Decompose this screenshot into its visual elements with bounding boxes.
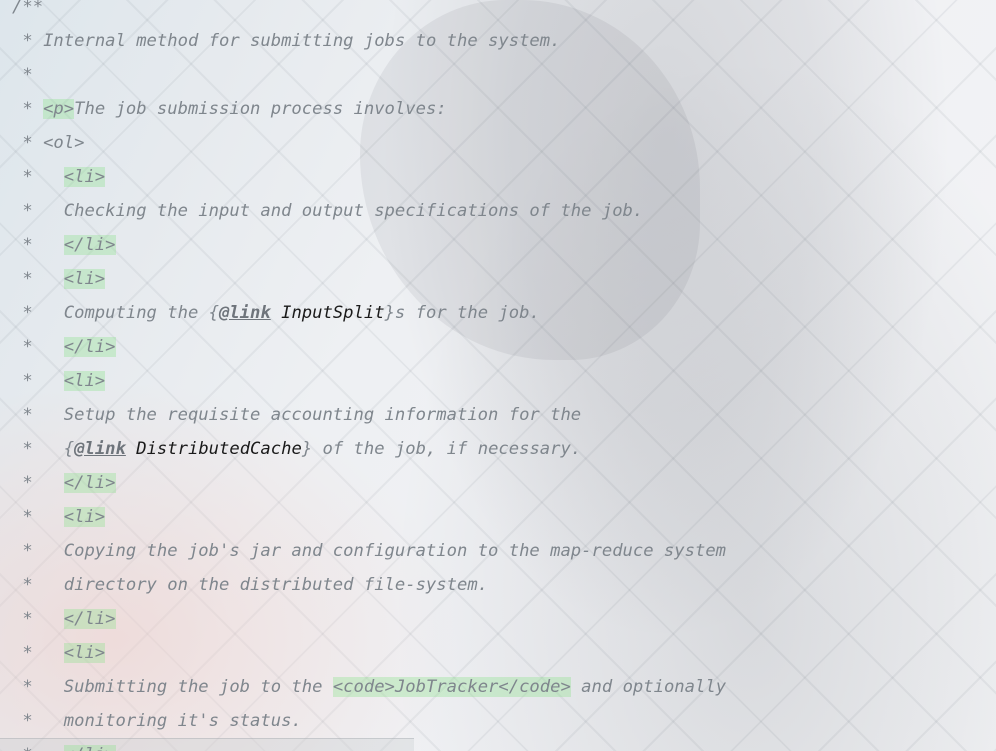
html-tag: <li> [63,167,106,187]
comment-star: * [22,371,33,391]
comment-text: Setup the requisite accounting informati… [63,405,582,425]
code-line: * Submitting the job to the <code>JobTra… [12,670,726,704]
code-line: * <li> [12,500,106,534]
comment-star: * [22,303,33,323]
comment-star: * [22,745,32,751]
html-tag: </code> [498,677,571,697]
comment-text: Copying the job's jar and configuration … [63,541,727,561]
comment-star: * [22,439,33,459]
comment-text: { [63,439,75,459]
code-line: * directory on the distributed file-syst… [12,568,488,602]
comment-star: * [22,65,33,85]
code-line: * <li> [12,364,106,398]
comment-star: * [22,337,33,357]
comment-open: /** [12,0,44,17]
javadoc-link-tag[interactable]: @link [74,439,126,459]
code-line: * Internal method for submitting jobs to… [12,24,560,58]
comment-star: * [22,473,33,493]
code-line: * <p>The job submission process involves… [12,92,447,126]
html-tag: </li> [63,235,116,255]
html-tag: </li> [63,473,116,493]
comment-text: The job submission process involves: [74,99,447,119]
code-line: /** [12,0,43,24]
comment-text: directory on the distributed file-system… [63,575,489,595]
code-line: * Copying the job's jar and configuratio… [12,534,726,568]
comment-star: * [22,507,33,527]
code-line: * </li> [12,330,116,364]
code-line: * <li> [12,636,106,670]
comment-star: * [22,405,33,425]
code-line: * </li> [12,738,116,751]
code-line: * [12,58,33,92]
code-line: * Setup the requisite accounting informa… [12,398,581,432]
html-tag: <li> [63,507,106,527]
comment-star: * [22,99,33,119]
link-reference[interactable]: InputSplit [281,303,384,323]
comment-star: * [22,201,33,221]
code-line: * <ol> [12,126,84,160]
code-line: * Computing the {@link InputSplit}s for … [12,296,540,330]
comment-star: * [22,677,33,697]
comment-star: * [22,609,33,629]
comment-text: Internal method for submitting jobs to t… [43,31,561,51]
code-line: * </li> [12,602,116,636]
html-tag: <li> [63,643,106,663]
comment-text: Checking the input and output specificat… [63,201,644,221]
comment-text: and optionally [570,677,727,697]
comment-star: * [22,575,33,595]
javadoc-link-tag[interactable]: @link [219,303,271,323]
code-line: * <li> [12,160,106,194]
html-tag: </li> [63,609,116,629]
comment-text: }s for the job. [384,303,540,323]
code-line: * </li> [12,466,116,500]
code-text: JobTracker [394,677,499,697]
comment-star: * [22,541,33,561]
comment-star: * [22,31,33,51]
html-tag: <code> [332,677,395,697]
comment-text: monitoring it's status. [63,711,302,731]
link-reference[interactable]: DistributedCache [136,439,302,459]
html-tag: </li> [63,337,116,357]
comment-star: * [22,269,33,289]
code-line: * {@link DistributedCache} of the job, i… [12,432,581,466]
comment-star: * [22,711,33,731]
comment-star: * [22,643,33,663]
html-tag: <li> [63,371,106,391]
code-editor[interactable]: /** * Internal method for submitting job… [0,0,996,751]
comment-text: Computing the { [63,303,219,323]
html-tag: <li> [63,269,106,289]
comment-star: * [22,133,33,153]
html-tag: <ol> [43,133,85,153]
code-line: * </li> [12,228,116,262]
html-tag: </li> [63,745,116,751]
html-tag: <p> [43,99,75,119]
comment-text: } of the job, if necessary. [301,439,582,459]
comment-star: * [22,167,33,187]
code-line: * monitoring it's status. [12,704,302,738]
code-line: * <li> [12,262,106,296]
comment-text: Submitting the job to the [63,677,333,697]
code-line: * Checking the input and output specific… [12,194,643,228]
comment-star: * [22,235,33,255]
